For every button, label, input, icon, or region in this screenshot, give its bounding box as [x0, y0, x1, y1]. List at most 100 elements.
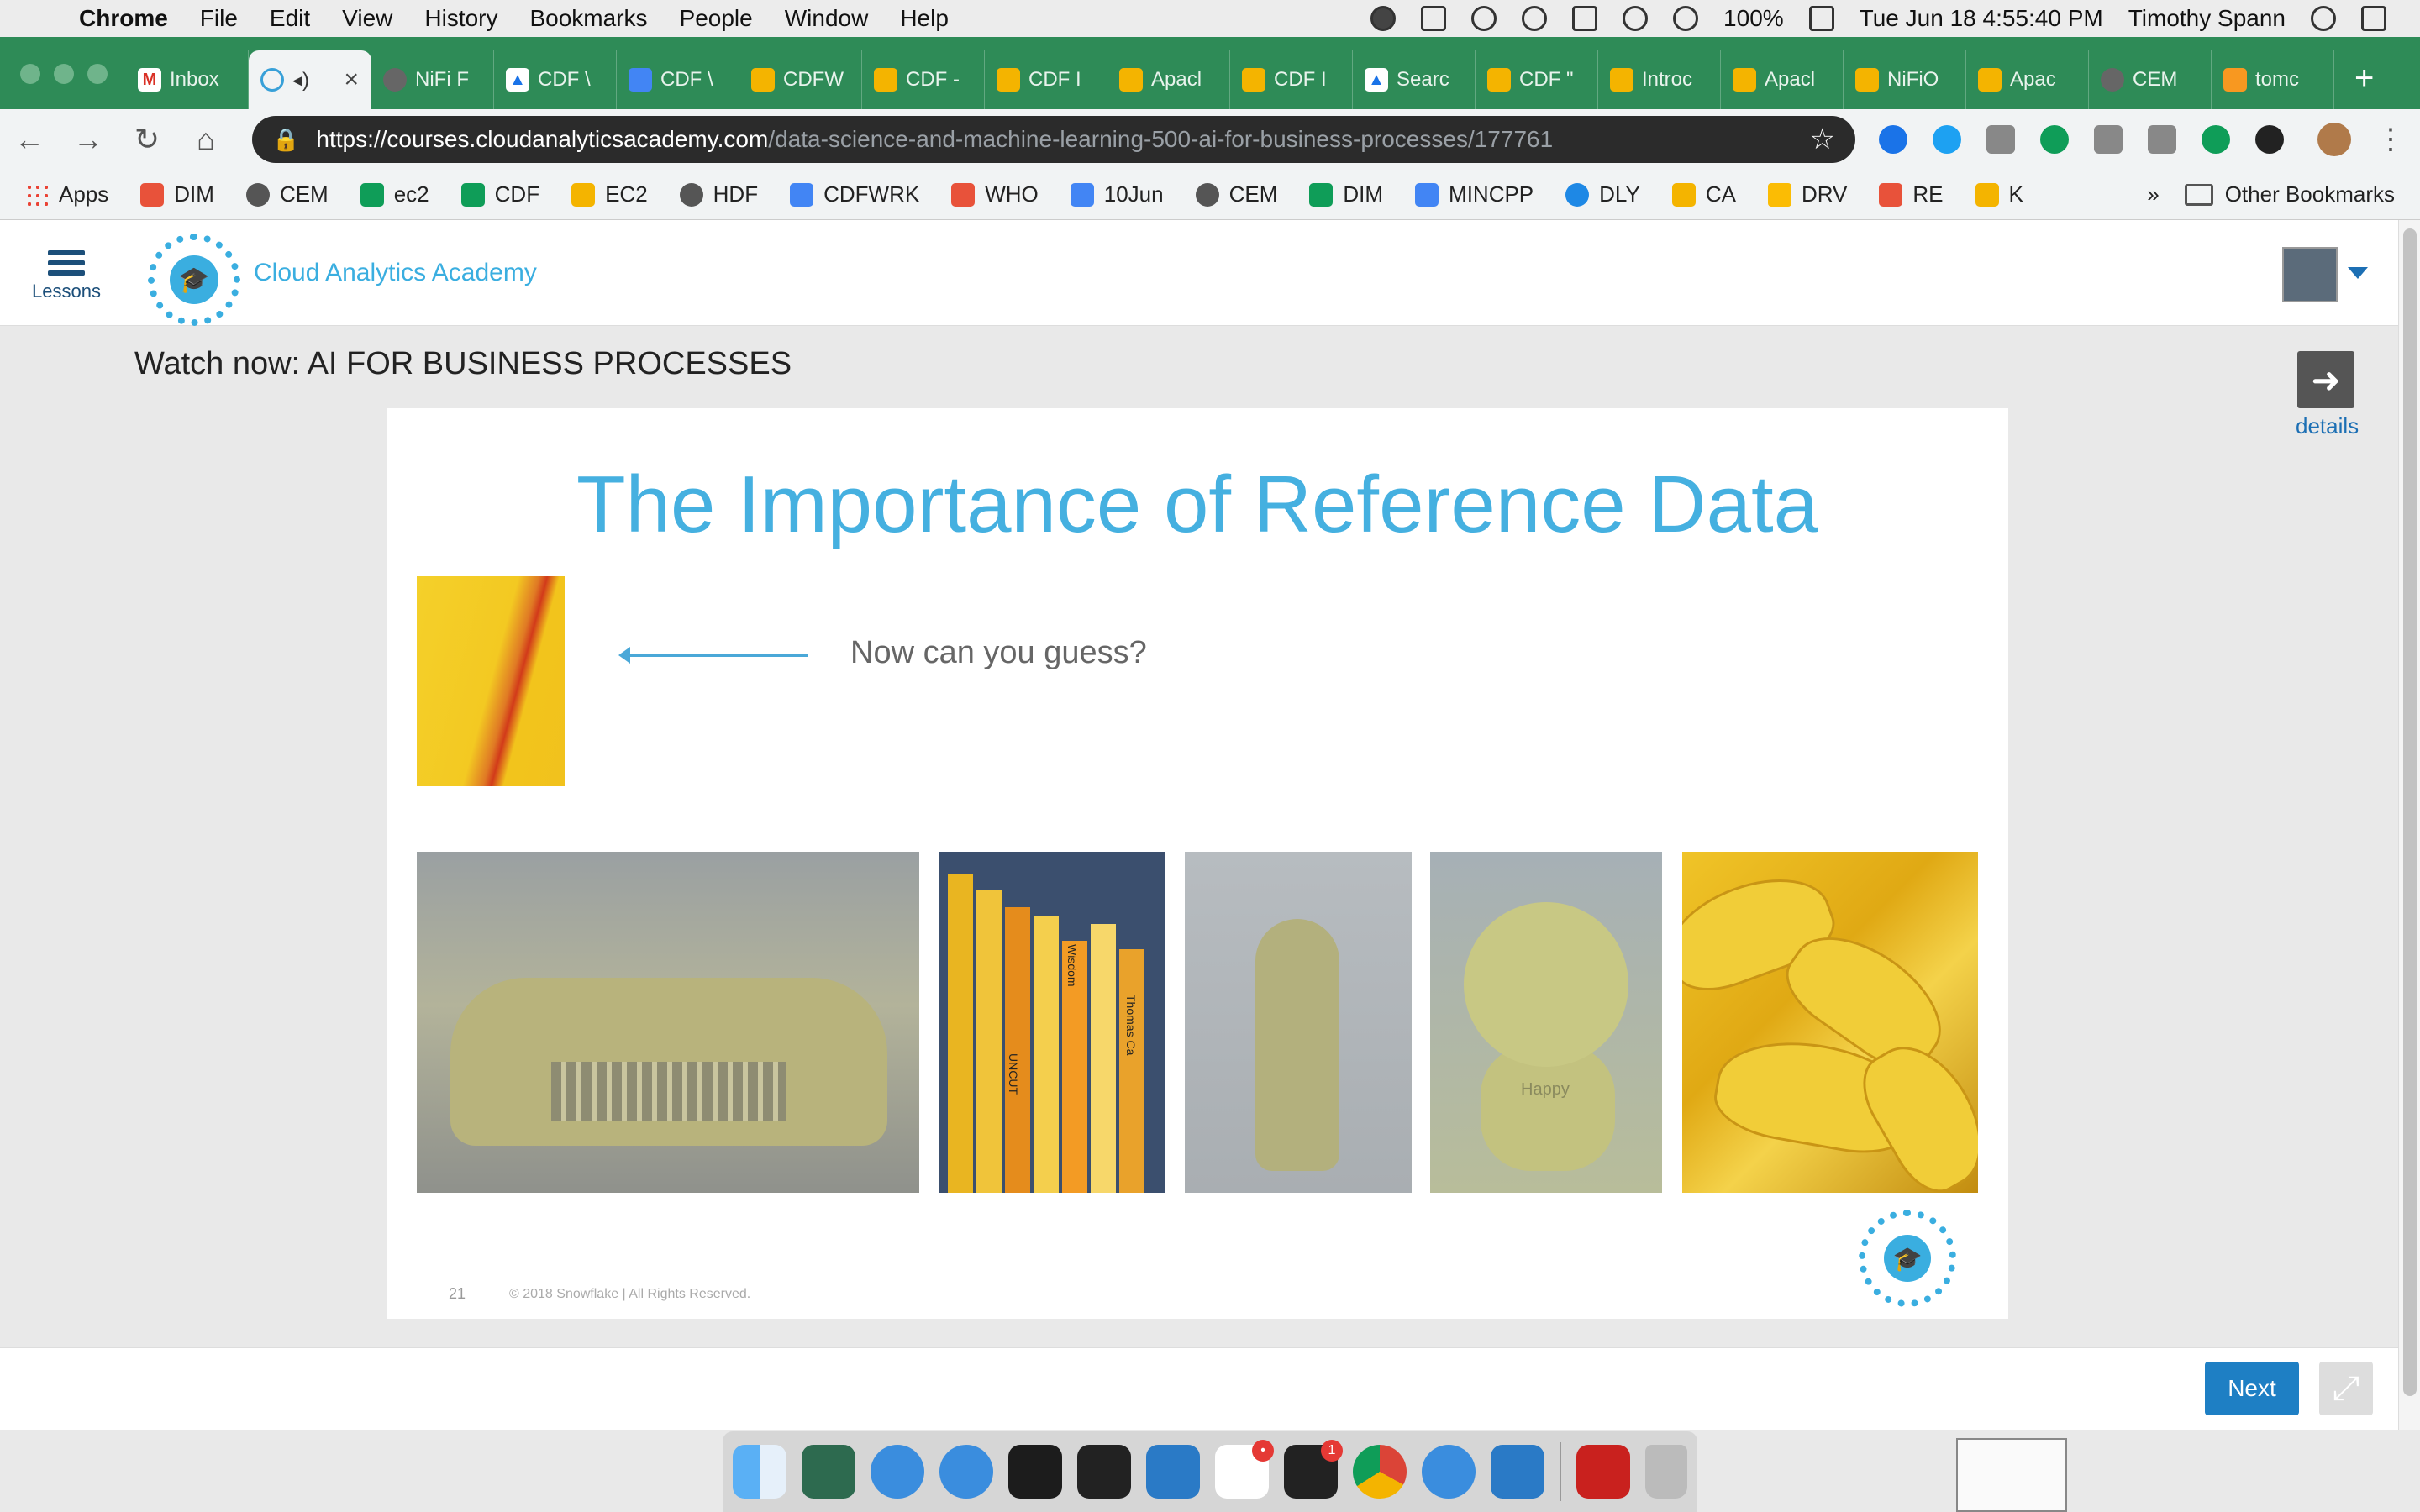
menubar-user[interactable]: Timothy Spann	[2128, 5, 2286, 32]
bookmark-ca[interactable]: CA	[1671, 181, 1736, 207]
bookmark-drv[interactable]: DRV	[1767, 181, 1847, 207]
bookmark-cem-1[interactable]: CEM	[245, 181, 329, 207]
details-back-button[interactable]: ➜	[2297, 351, 2354, 408]
tab-intro[interactable]: Introc	[1598, 50, 1721, 109]
user-avatar[interactable]	[2282, 247, 2338, 302]
twitter-icon[interactable]	[1933, 125, 1961, 154]
menu-view[interactable]: View	[342, 5, 392, 32]
profile-avatar[interactable]	[2317, 123, 2351, 156]
close-window-button[interactable]	[20, 64, 40, 84]
details-link[interactable]: details	[2296, 413, 2359, 439]
menu-window[interactable]: Window	[785, 5, 869, 32]
lock-icon[interactable]: 🔒	[272, 127, 299, 153]
wifi-icon[interactable]	[1623, 6, 1649, 31]
menu-bookmarks[interactable]: Bookmarks	[529, 5, 647, 32]
minimized-window-thumbnail[interactable]	[1956, 1438, 2067, 1512]
extension-dot-icon[interactable]	[2148, 125, 2176, 154]
status-dot-icon[interactable]	[1370, 6, 1397, 31]
tab-apache-1[interactable]: Apacl	[1107, 50, 1230, 109]
trash-icon[interactable]	[1645, 1445, 1687, 1499]
finder-icon[interactable]	[733, 1445, 786, 1499]
bookmark-dim-1[interactable]: DIM	[140, 181, 214, 207]
tab-cdf-5[interactable]: CDF "	[1476, 50, 1598, 109]
tab-cdf-3[interactable]: CDF I	[985, 50, 1107, 109]
scrollbar-thumb[interactable]	[2403, 228, 2417, 1396]
volume-icon[interactable]	[1673, 6, 1699, 31]
network-icon[interactable]	[871, 1445, 924, 1499]
bookmark-who[interactable]: WHO	[951, 181, 1039, 207]
fullscreen-icon[interactable]: ⤢	[2319, 1362, 2373, 1415]
close-tab-icon[interactable]: ×	[344, 66, 359, 94]
slack-icon[interactable]: •	[1215, 1440, 1274, 1499]
bookmark-hdf[interactable]: HDF	[679, 181, 758, 207]
extension-download-icon[interactable]	[2040, 125, 2069, 154]
audio-icon[interactable]: ◂)	[292, 68, 309, 92]
menu-app-chrome[interactable]: Chrome	[79, 5, 168, 32]
next-button[interactable]: Next	[2205, 1362, 2299, 1415]
tab-apache-3[interactable]: Apac	[1966, 50, 2089, 109]
simplenote-icon[interactable]	[939, 1445, 993, 1499]
hortonworks-icon[interactable]	[802, 1445, 855, 1499]
extension-bulb-icon[interactable]	[2094, 125, 2123, 154]
tab-cdf-2[interactable]: CDF -	[862, 50, 985, 109]
other-bookmarks[interactable]: Other Bookmarks	[2184, 181, 2395, 207]
bookmark-k[interactable]: K	[1975, 181, 2023, 207]
academy-logo-icon[interactable]: 🎓	[148, 234, 240, 326]
extension-green-icon[interactable]	[2202, 125, 2230, 154]
menu-history[interactable]: History	[424, 5, 497, 32]
spotlight-search-icon[interactable]	[2311, 6, 2336, 31]
time-machine-icon[interactable]	[1471, 6, 1497, 31]
tab-search[interactable]: ▲ Searc	[1353, 50, 1476, 109]
bookmark-apps[interactable]: Apps	[25, 181, 108, 207]
forward-arrow-icon[interactable]: →	[59, 122, 118, 157]
tab-cem[interactable]: CEM	[2089, 50, 2212, 109]
notification-center-icon[interactable]	[2361, 6, 2386, 31]
bluetooth-icon[interactable]	[1522, 6, 1548, 31]
new-tab-button[interactable]: +	[2354, 60, 2374, 97]
tab-cdf-4[interactable]: CDF I	[1230, 50, 1353, 109]
tab-cdfw[interactable]: CDFW	[739, 50, 862, 109]
chrome-menu-icon[interactable]: ⋮	[2376, 123, 2405, 156]
acrobat-icon[interactable]	[1576, 1445, 1630, 1499]
quicktime-icon[interactable]	[1422, 1445, 1476, 1499]
tab-tomcat[interactable]: tomc	[2212, 50, 2334, 109]
reload-icon[interactable]: ↻	[118, 122, 176, 157]
bookmark-star-icon[interactable]: ☆	[1810, 123, 1835, 156]
bookmark-cdf[interactable]: CDF	[460, 181, 539, 207]
tab-cdf-doc[interactable]: CDF \	[617, 50, 739, 109]
menubar-clock[interactable]: Tue Jun 18 4:55:40 PM	[1860, 5, 2103, 32]
pycharm-icon[interactable]	[1008, 1445, 1062, 1499]
chrome-icon[interactable]	[1353, 1445, 1407, 1499]
docker-icon[interactable]	[1421, 6, 1447, 31]
tab-cdf-drive[interactable]: ▲ CDF \	[494, 50, 617, 109]
address-bar[interactable]: 🔒 https://courses.cloudanalyticsacademy.…	[252, 116, 1855, 163]
mail-icon[interactable]	[1491, 1445, 1544, 1499]
lessons-menu-button[interactable]: Lessons	[30, 245, 103, 302]
menu-people[interactable]: People	[680, 5, 753, 32]
chevron-down-icon[interactable]	[2348, 267, 2368, 279]
bookmark-ec2[interactable]: ec2	[360, 181, 429, 207]
back-arrow-icon[interactable]: ←	[0, 122, 59, 157]
bookmark-cdfwrk[interactable]: CDFWRK	[790, 181, 919, 207]
home-icon[interactable]: ⌂	[176, 122, 235, 157]
tab-inbox[interactable]: M Inbox	[126, 50, 249, 109]
tab-active-course[interactable]: ◂) ×	[249, 50, 371, 109]
brand-name[interactable]: Cloud Analytics Academy	[254, 259, 537, 287]
bookmarks-overflow-button[interactable]: »	[2147, 181, 2159, 207]
extension-gray-icon[interactable]	[1986, 125, 2015, 154]
bookmark-cem-2[interactable]: CEM	[1195, 181, 1277, 207]
intellij-icon[interactable]	[1077, 1445, 1131, 1499]
extension-chat-icon[interactable]	[2255, 125, 2284, 154]
bookmark-re[interactable]: RE	[1879, 181, 1944, 207]
menu-help[interactable]: Help	[900, 5, 949, 32]
bookmark-10jun[interactable]: 10Jun	[1070, 181, 1164, 207]
extension-circle-icon[interactable]	[1879, 125, 1907, 154]
bookmark-dly[interactable]: DLY	[1565, 181, 1640, 207]
vscode-icon[interactable]	[1146, 1445, 1200, 1499]
page-scrollbar[interactable]	[2398, 220, 2420, 1430]
battery-icon[interactable]	[1808, 6, 1834, 31]
tab-apache-2[interactable]: Apacl	[1721, 50, 1844, 109]
tab-nifio[interactable]: NiFiO	[1844, 50, 1966, 109]
menu-file[interactable]: File	[200, 5, 238, 32]
zoom-window-button[interactable]	[87, 64, 108, 84]
